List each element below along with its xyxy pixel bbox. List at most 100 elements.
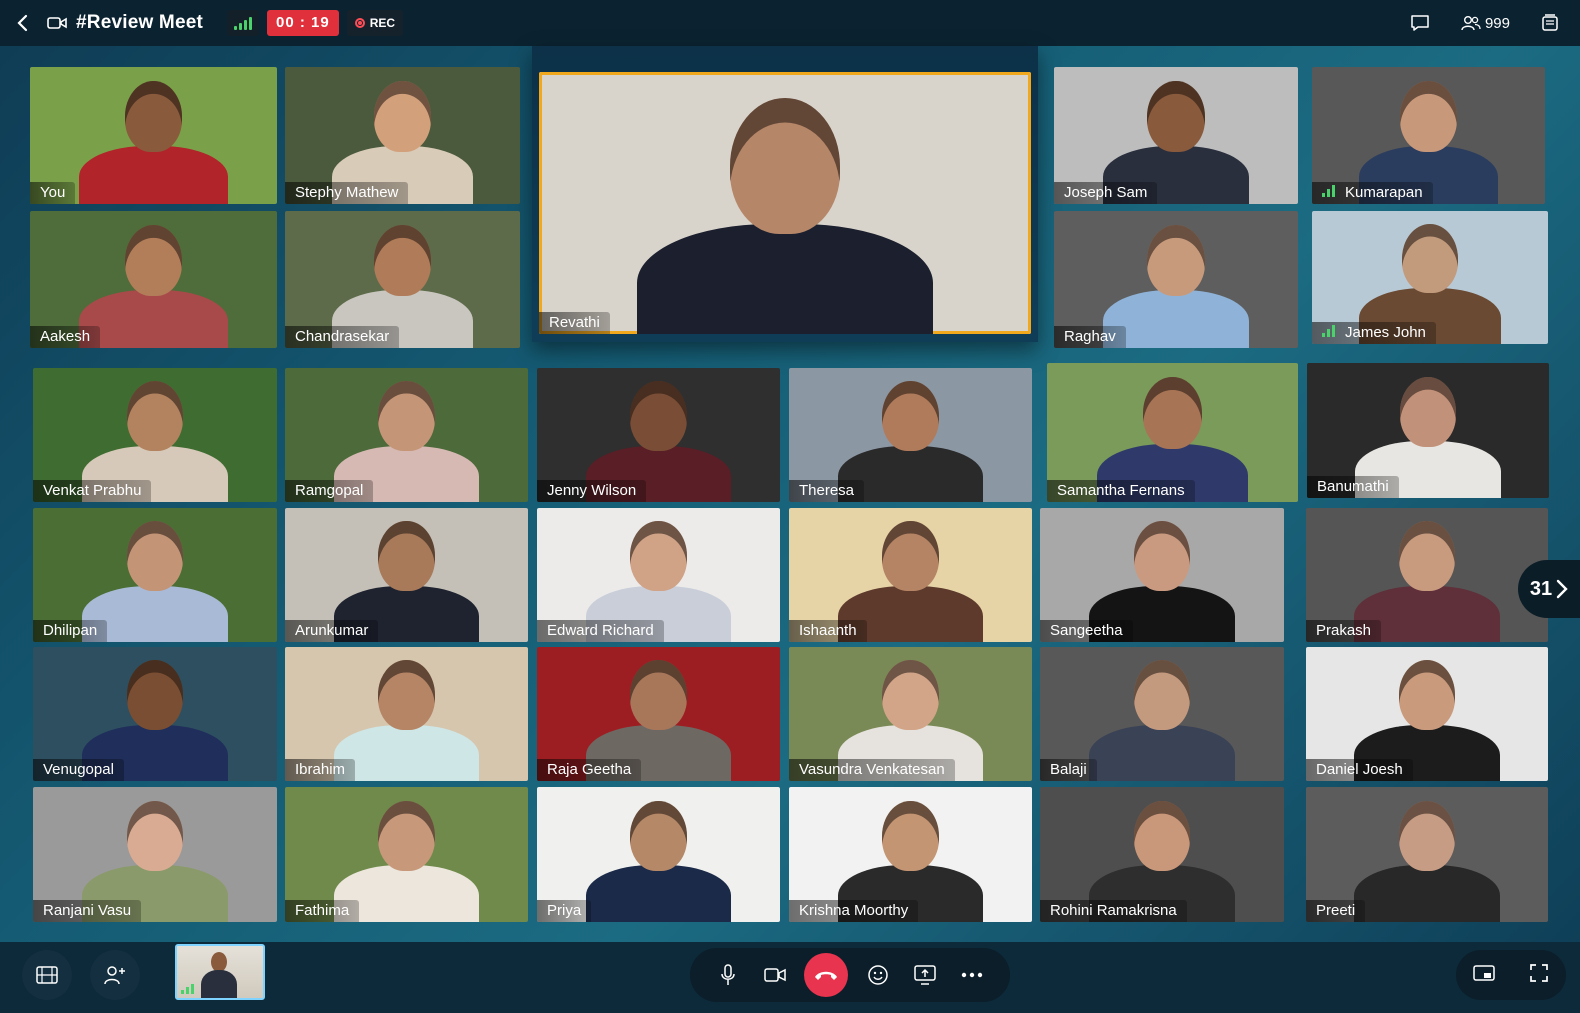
participant-avatar [882,800,939,871]
participant-tile[interactable]: Preeti [1306,787,1548,922]
participant-name: Aakesh [40,328,91,345]
participant-name: Daniel Joesh [1316,761,1403,778]
participant-name: Fathima [295,902,350,919]
participant-tile[interactable]: Prakash [1306,508,1548,642]
participant-avatar [1133,660,1191,731]
video-button[interactable] [757,957,793,993]
participant-tile[interactable]: Joseph Sam [1054,67,1298,204]
more-button[interactable] [954,957,990,993]
participant-name: Priya [547,902,582,919]
participant-name-label: Sangeetha [1040,620,1133,642]
signal-icon [1322,325,1335,337]
participant-tile[interactable]: Venugopal [33,647,277,781]
participant-avatar [729,98,840,235]
participant-name-label: Fathima [285,900,360,922]
participant-name: Arunkumar [295,622,369,639]
participant-name-label: Raja Geetha [537,759,642,781]
participant-avatar [378,660,435,731]
view-options [1456,950,1566,1000]
participant-tile[interactable]: Raja Geetha [537,647,780,781]
participant-name-label: Arunkumar [285,620,379,642]
participant-tile[interactable]: Vasundra Venkatesan [789,647,1032,781]
participant-tile[interactable]: Jenny Wilson [537,368,780,502]
participants-button[interactable]: 999 [1460,15,1510,32]
next-page-button[interactable]: 31 [1518,560,1580,618]
participant-tile[interactable]: Dhilipan [33,508,277,642]
participant-avatar [126,521,184,592]
participant-avatar [373,80,432,152]
participant-tile[interactable]: Aakesh [30,211,277,348]
microphone-button[interactable] [710,957,746,993]
participant-avatar [1133,800,1191,871]
participant-tile[interactable]: Krishna Moorthy [789,787,1032,922]
participant-avatar [882,381,939,452]
active-speaker-tile[interactable]: Revathi [539,72,1031,334]
participant-tile[interactable]: James John [1312,211,1548,344]
participant-name-label: Balaji [1040,759,1097,781]
participant-tile[interactable]: Edward Richard [537,508,780,642]
add-participant-button[interactable] [90,950,140,1000]
notes-icon[interactable] [1540,13,1560,33]
participant-name-label: Daniel Joesh [1306,759,1413,781]
participant-video [1088,724,1236,781]
grid-view-button[interactable] [22,950,72,1000]
participant-name-label: Ramgopal [285,480,374,502]
participant-name-label: Kumarapan [1312,182,1433,204]
participant-name: Joseph Sam [1064,184,1148,201]
participant-tile[interactable]: Raghav [1054,211,1298,348]
participant-name: Rohini Ramakrisna [1050,902,1177,919]
participant-avatar [630,521,687,592]
participant-tile[interactable]: Ramgopal [285,368,528,502]
participant-tile[interactable]: Ranjani Vasu [33,787,277,922]
participant-name-label: Aakesh [30,326,101,348]
participants-icon [1461,16,1481,31]
participant-tile[interactable]: Ibrahim [285,647,528,781]
back-arrow-icon[interactable] [6,0,40,46]
signal-icon [181,984,194,994]
participant-name-label: Theresa [789,480,865,502]
participant-name-label: You [30,182,76,204]
participant-tile[interactable]: Banumathi [1307,363,1549,498]
participant-tile[interactable]: Theresa [789,368,1032,502]
call-timer: 00 : 19 [267,10,339,36]
end-call-button[interactable] [804,953,849,997]
participant-tile[interactable]: You [30,67,277,204]
participant-tile[interactable]: Venkat Prabhu [33,368,277,502]
participant-avatar [378,381,435,452]
participant-avatar [378,800,435,871]
fullscreen-button[interactable] [1529,963,1549,988]
microphone-icon [720,964,735,985]
participant-name: Stephy Mathew [295,184,399,201]
participant-name-label: Jenny Wilson [537,480,647,502]
participant-tile[interactable]: Balaji [1040,647,1284,781]
participant-name: Prakash [1316,622,1372,639]
participant-name-label: Raghav [1054,326,1126,348]
chat-icon[interactable] [1410,14,1430,32]
participant-video [79,146,228,204]
participant-avatar [1398,660,1456,731]
participant-avatar [378,521,435,592]
participant-name: Preeti [1316,902,1356,919]
participant-name: Ibrahim [295,761,346,778]
participant-name-label: Stephy Mathew [285,182,409,204]
participant-tile[interactable]: Samantha Fernans [1047,363,1298,502]
participant-avatar [1399,80,1458,152]
participant-name-label: Samantha Fernans [1047,480,1195,502]
participant-tile[interactable]: Daniel Joesh [1306,647,1548,781]
participant-tile[interactable]: Kumarapan [1312,67,1545,204]
participant-tile[interactable]: Chandrasekar [285,211,520,348]
participant-tile[interactable]: Fathima [285,787,528,922]
screen-share-button[interactable] [907,957,943,993]
participant-avatar [882,521,939,592]
participant-tile[interactable]: Ishaanth [789,508,1032,642]
participant-tile[interactable]: Arunkumar [285,508,528,642]
participant-tile[interactable]: Stephy Mathew [285,67,520,204]
participant-name-label: Venugopal [33,759,124,781]
self-view-thumbnail[interactable] [175,944,265,1000]
emoji-button[interactable] [860,957,896,993]
participant-tile[interactable]: Priya [537,787,780,922]
participant-avatar [126,660,184,731]
picture-in-picture-button[interactable] [1473,964,1495,987]
participant-tile[interactable]: Sangeetha [1040,508,1284,642]
participant-tile[interactable]: Rohini Ramakrisna [1040,787,1284,922]
